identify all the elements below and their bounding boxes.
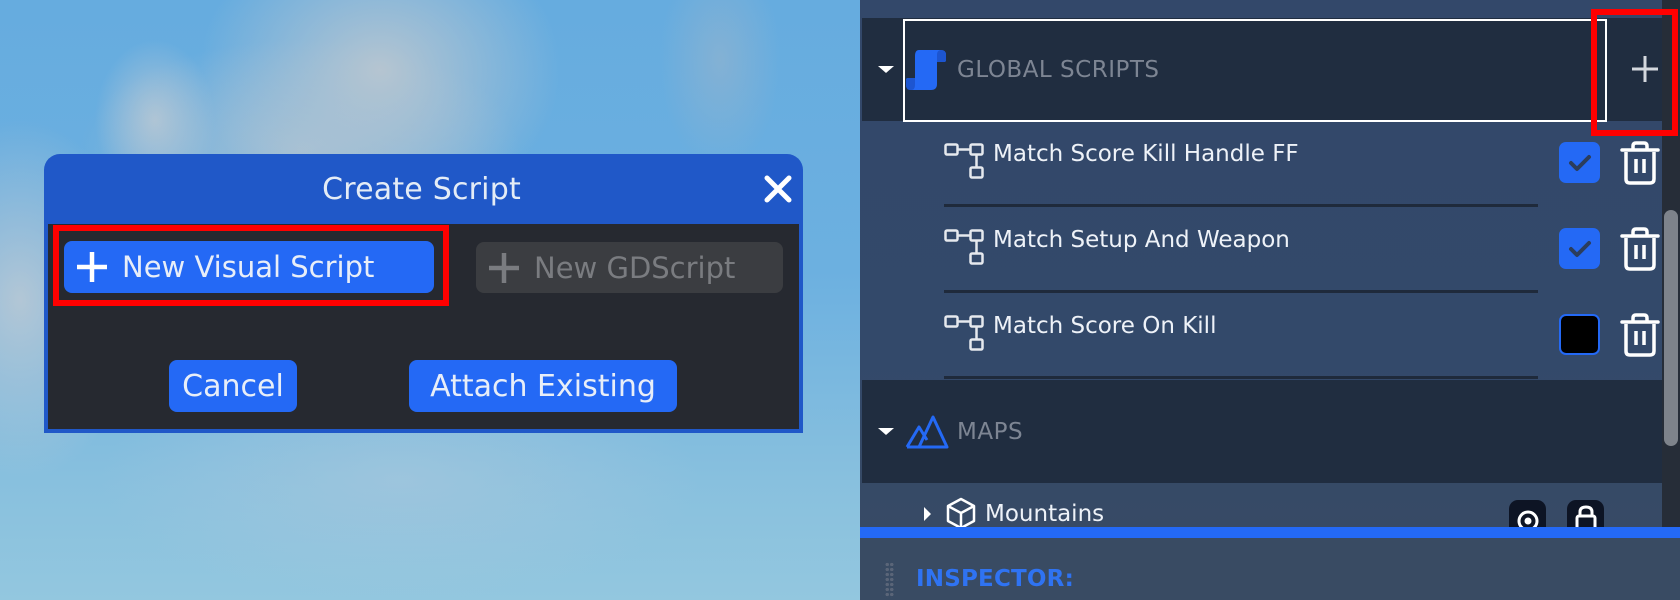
- group-header-global-scripts[interactable]: GLOBAL SCRIPTS: [862, 18, 1662, 121]
- new-visual-script-label: New Visual Script: [122, 250, 375, 284]
- expand-arrow-icon[interactable]: [924, 507, 931, 521]
- script-enabled-checkbox[interactable]: [1559, 228, 1600, 269]
- new-gdscript-button[interactable]: New GDScript: [476, 242, 783, 293]
- panel-splitter[interactable]: [860, 527, 1680, 538]
- visual-script-icon: [944, 229, 984, 265]
- delete-trash-icon[interactable]: [1619, 227, 1661, 271]
- checkmark-icon: [1568, 154, 1591, 171]
- plus-icon: [77, 252, 107, 282]
- checkmark-icon: [1568, 240, 1591, 257]
- right-panel: GLOBAL SCRIPTS Match Score Kill Handle F…: [860, 0, 1680, 600]
- inspector-title: INSPECTOR:: [916, 566, 1074, 592]
- delete-trash-icon[interactable]: [1619, 141, 1661, 185]
- collapse-arrow-icon[interactable]: [878, 66, 894, 73]
- script-row[interactable]: Match Score Kill Handle FF: [860, 121, 1660, 207]
- collapse-arrow-icon[interactable]: [878, 428, 894, 435]
- group-title-global-scripts: GLOBAL SCRIPTS: [957, 56, 1160, 83]
- tree-item-mountains[interactable]: Mountains: [860, 483, 1660, 527]
- script-enabled-checkbox[interactable]: [1559, 314, 1600, 355]
- delete-trash-icon[interactable]: [1619, 313, 1661, 357]
- lock-icon: [1575, 505, 1596, 527]
- scroll-thumb[interactable]: [1664, 210, 1678, 446]
- script-row[interactable]: Match Setup And Weapon: [860, 207, 1660, 293]
- visual-script-icon: [944, 143, 984, 179]
- new-gdscript-label: New GDScript: [534, 250, 736, 285]
- script-name: Match Setup And Weapon: [993, 227, 1290, 253]
- script-name: Match Score Kill Handle FF: [993, 141, 1299, 167]
- script-name: Match Score On Kill: [993, 313, 1217, 339]
- mountain-icon: [905, 415, 949, 449]
- group-title-maps: MAPS: [957, 418, 1024, 445]
- script-row[interactable]: Match Score On Kill: [860, 293, 1660, 379]
- group-header-maps[interactable]: MAPS: [862, 380, 1662, 483]
- scene-tree-scrollbar[interactable]: [1662, 0, 1680, 527]
- attach-existing-button[interactable]: Attach Existing: [409, 360, 677, 412]
- plus-icon: [489, 252, 519, 283]
- visibility-toggle-button[interactable]: [1509, 500, 1546, 527]
- close-button[interactable]: [763, 174, 793, 204]
- add-global-script-button[interactable]: [1625, 48, 1662, 90]
- eye-icon: [1517, 510, 1538, 527]
- scene-tree: GLOBAL SCRIPTS Match Score Kill Handle F…: [860, 0, 1662, 527]
- cancel-button[interactable]: Cancel: [169, 360, 297, 412]
- row-separator: [944, 376, 1538, 379]
- cube-icon: [946, 497, 976, 527]
- plus-icon: [1632, 56, 1658, 82]
- attach-existing-label: Attach Existing: [430, 368, 656, 404]
- lock-toggle-button[interactable]: [1567, 500, 1604, 527]
- visual-script-icon: [944, 315, 984, 351]
- close-icon: [764, 175, 792, 203]
- scroll-icon: [906, 50, 946, 90]
- dialog-title: Create Script: [322, 171, 521, 207]
- inspector-panel: INSPECTOR:: [860, 538, 1680, 600]
- drag-handle-icon[interactable]: [885, 562, 894, 598]
- dialog-header: Create Script: [44, 154, 803, 224]
- new-visual-script-button[interactable]: New Visual Script: [64, 241, 434, 293]
- cancel-label: Cancel: [182, 368, 284, 404]
- script-enabled-checkbox[interactable]: [1559, 142, 1600, 183]
- tree-item-name: Mountains: [985, 501, 1105, 527]
